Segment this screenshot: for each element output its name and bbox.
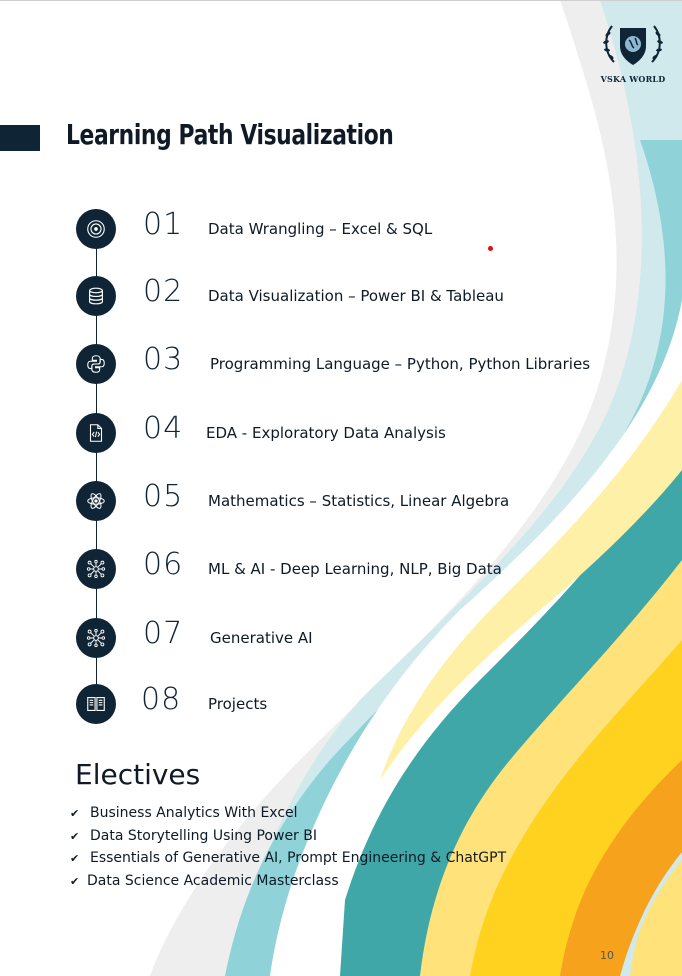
checkmark-icon: ✔ [70,807,80,820]
step-06-badge [76,549,116,589]
step-08: 08 Projects [0,682,682,724]
checkmark-icon: ✔ [70,852,80,865]
step-06: 06 ML & AI - Deep Learning, NLP, Big Dat… [0,547,682,589]
elective-item: ✔ Data Storytelling Using Power BI [70,828,317,844]
step-04-badge [76,413,116,453]
step-02: 02 Data Visualization – Power BI & Table… [0,274,682,316]
electives-title: Electives [75,758,201,791]
logo-text: VSKA WORLD [600,74,666,84]
code-file-icon [89,424,103,442]
elective-item: ✔ Business Analytics With Excel [70,805,298,821]
step-number: 04 [143,411,184,446]
checkmark-icon: ✔ [70,830,80,843]
elective-item: ✔ Data Science Academic Masterclass [70,873,339,889]
step-02-badge [76,276,116,316]
step-07: 07 Generative AI [0,616,682,658]
elective-item: ✔ Essentials of Generative AI, Prompt Eng… [70,850,506,866]
elective-label: Business Analytics With Excel [90,805,298,821]
step-number: 05 [143,479,184,514]
neural-network-icon [86,628,106,648]
logo: VSKA WORLD [598,18,668,88]
python-icon [87,355,105,373]
checkmark-icon: ✔ [70,875,80,888]
page-title: Learning Path Visualization [66,118,394,151]
red-dot-mark [488,246,493,251]
book-icon [87,697,105,711]
elective-label: Data Science Academic Masterclass [87,873,339,889]
step-04: 04 EDA - Exploratory Data Analysis [0,411,682,453]
step-number: 07 [143,616,184,651]
shield-laurel-icon [603,25,663,65]
step-label: Generative AI [210,629,313,647]
title-accent-bar [0,125,40,151]
step-number: 01 [143,207,184,242]
step-01-badge [76,209,116,249]
step-05-badge [76,481,116,521]
step-01: 01 Data Wrangling – Excel & SQL [0,207,682,249]
step-label: Projects [208,695,268,713]
step-03-badge [76,344,116,384]
elective-label: Data Storytelling Using Power BI [90,828,317,844]
step-number: 08 [141,682,182,717]
step-label: ML & AI - Deep Learning, NLP, Big Data [208,560,502,578]
step-07-badge [76,618,116,658]
step-number: 03 [143,342,184,377]
top-border-line [0,0,682,1]
target-icon [87,220,105,238]
database-icon [88,287,104,305]
atom-icon [87,493,105,509]
step-label: Mathematics – Statistics, Linear Algebra [208,492,510,510]
step-03: 03 Programming Language – Python, Python… [0,342,682,384]
elective-label: Essentials of Generative AI, Prompt Engi… [90,850,507,866]
page-number: 10 [600,949,614,962]
step-label: Data Visualization – Power BI & Tableau [208,287,504,305]
step-number: 02 [143,274,184,309]
step-08-badge [76,684,116,724]
step-05: 05 Mathematics – Statistics, Linear Alge… [0,479,682,521]
step-label: Data Wrangling – Excel & SQL [208,220,433,238]
step-label: Programming Language – Python, Python Li… [210,355,591,373]
neural-network-icon [86,559,106,579]
step-label: EDA - Exploratory Data Analysis [206,424,446,442]
step-number: 06 [143,547,184,582]
